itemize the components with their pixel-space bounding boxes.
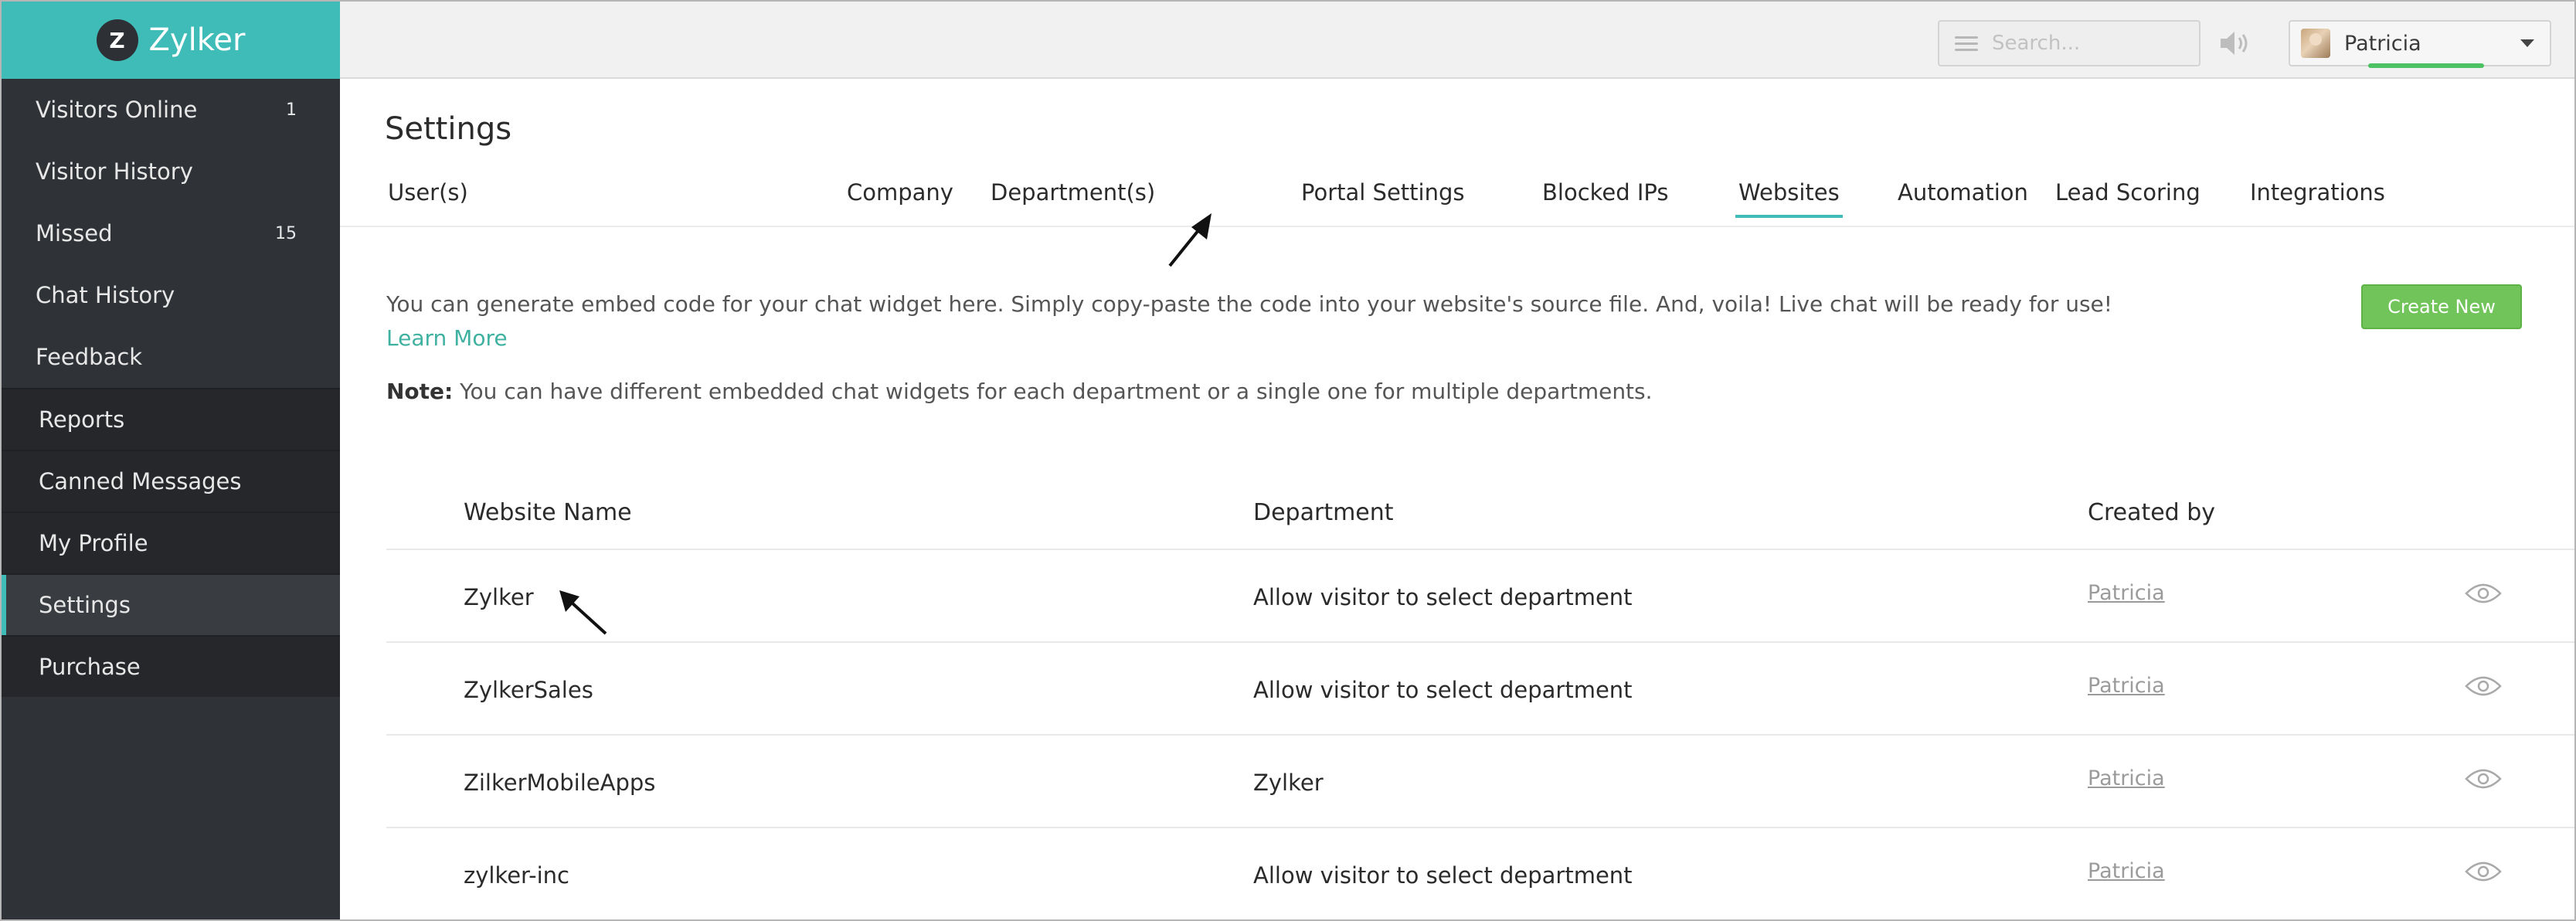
tab-divider [340,226,2574,227]
missed-count: 15 [275,223,297,243]
sidebar-item-label: Settings [39,592,131,618]
speaker-icon[interactable] [2217,28,2251,59]
sidebar-item-label: Visitor History [36,158,193,185]
tab-integrations[interactable]: Integrations [2247,179,2388,218]
sidebar-item-label: Reports [39,406,125,433]
tab-company[interactable]: Company [844,179,957,218]
eye-icon[interactable] [2465,674,2502,698]
sidebar-item-purchase[interactable]: Purchase [2,635,340,697]
website-department: Allow visitor to select department [1253,584,1633,610]
sidebar-item-settings[interactable]: Settings [2,573,340,635]
table-row[interactable]: zylker-inc Allow visitor to select depar… [386,828,2574,919]
description-text: You can generate embed code for your cha… [386,291,2113,317]
sidebar-item-visitor-history[interactable]: Visitor History [2,141,340,202]
note-body: You can have different embedded chat wid… [453,379,1653,404]
created-by-link[interactable]: Patricia [2088,674,2165,698]
created-by-link[interactable]: Patricia [2088,581,2165,605]
sidebar-item-label: Purchase [39,654,141,680]
annotation-arrow-icon [559,590,607,635]
tab-automation[interactable]: Automation [1895,179,2031,218]
table-row[interactable]: Zylker Allow visitor to select departmen… [386,550,2574,643]
sidebar-item-canned-messages[interactable]: Canned Messages [2,450,340,511]
visitors-online-count: 1 [286,100,297,120]
table-header: Website Name Department Created by [386,488,2574,550]
tab-websites[interactable]: Websites [1735,179,1843,218]
search-box[interactable] [1938,20,2200,66]
hamburger-icon[interactable] [1955,36,1978,51]
user-name: Patricia [2344,31,2421,56]
search-input[interactable] [1990,31,2187,56]
logo-text: Zylker [148,22,246,58]
settings-tabs: User(s) Company Department(s) Portal Set… [385,179,2574,303]
sidebar-item-missed[interactable]: Missed 15 [2,202,340,264]
sidebar-nav: Visitors Online 1 Visitor History Missed… [2,79,340,697]
created-by-link[interactable]: Patricia [2088,859,2165,883]
avatar [2301,29,2330,58]
header-created-by: Created by [2088,499,2216,526]
learn-more-link[interactable]: Learn More [386,325,508,351]
sidebar-item-feedback[interactable]: Feedback [2,326,340,388]
table-row[interactable]: ZilkerMobileApps Zylker Patricia [386,736,2574,828]
sidebar-item-label: Chat History [36,282,175,308]
eye-icon[interactable] [2465,581,2502,606]
main-content: Settings User(s) Company Department(s) P… [340,79,2574,919]
note-label: Note: [386,379,454,404]
website-department: Allow visitor to select department [1253,677,1633,703]
tab-blocked-ips[interactable]: Blocked IPs [1539,179,1672,218]
website-name[interactable]: ZilkerMobileApps [464,770,655,796]
website-name[interactable]: Zylker [464,584,534,610]
website-name[interactable]: zylker-inc [464,862,569,889]
websites-table: Website Name Department Created by Zylke… [386,488,2574,919]
sidebar-item-label: Missed [36,220,113,246]
tab-portal-settings[interactable]: Portal Settings [1298,179,1467,218]
online-status-indicator [2368,63,2484,68]
sidebar-item-label: Feedback [36,344,143,370]
create-new-button[interactable]: Create New [2361,284,2522,329]
created-by-link[interactable]: Patricia [2088,766,2165,790]
eye-icon[interactable] [2465,859,2502,884]
tab-departments[interactable]: Department(s) [987,179,1158,218]
tab-lead-scoring[interactable]: Lead Scoring [2052,179,2204,218]
sidebar-item-label: Canned Messages [39,468,242,494]
note-text: Note: You can have different embedded ch… [386,379,1653,404]
logo-bar: Z Zylker [2,2,340,79]
sidebar-item-visitors-online[interactable]: Visitors Online 1 [2,79,340,141]
app-window: Z Zylker Visitors Online 1 Visitor Histo… [0,0,2576,921]
header-department: Department [1253,499,1394,526]
sidebar-item-my-profile[interactable]: My Profile [2,511,340,573]
sidebar-item-reports[interactable]: Reports [2,388,340,450]
logo-icon: Z [96,19,138,61]
sidebar: Z Zylker Visitors Online 1 Visitor Histo… [2,2,340,919]
website-name[interactable]: ZylkerSales [464,677,593,703]
user-menu[interactable]: Patricia [2289,20,2551,66]
website-department: Allow visitor to select department [1253,862,1633,889]
table-row[interactable]: ZylkerSales Allow visitor to select depa… [386,643,2574,736]
sidebar-item-label: Visitors Online [36,97,198,123]
chevron-down-icon[interactable] [2520,39,2534,47]
eye-icon[interactable] [2465,766,2502,791]
page-title: Settings [385,111,512,147]
tab-users[interactable]: User(s) [385,179,471,218]
website-department: Zylker [1253,770,1324,796]
sidebar-item-label: My Profile [39,530,148,556]
top-bar: Patricia [340,2,2574,79]
annotation-arrow-icon [1168,213,1212,267]
header-website-name: Website Name [464,499,632,526]
websites-description: You can generate embed code for your cha… [386,287,2163,355]
sidebar-item-chat-history[interactable]: Chat History [2,264,340,326]
